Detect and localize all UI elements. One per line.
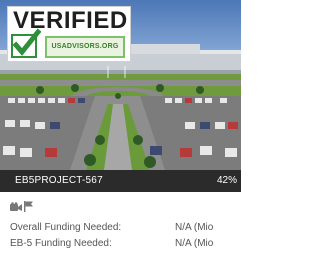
detail-row-eb5-funding: EB-5 Funding Needed: N/A (Mio xyxy=(10,238,241,252)
detail-row-overall-funding: Overall Funding Needed: N/A (Mio xyxy=(10,222,241,236)
project-percent: 42% xyxy=(217,175,238,186)
detail-value: N/A (Mio xyxy=(175,238,214,249)
project-id[interactable]: EB5PROJECT-567 xyxy=(15,175,103,186)
verified-site: USADVISORS.ORG xyxy=(45,36,125,58)
checkmark-icon xyxy=(11,28,41,58)
detail-label: Overall Funding Needed: xyxy=(10,222,122,233)
detail-value: N/A (Mio xyxy=(175,222,214,233)
project-caption-bar: EB5PROJECT-567 42% xyxy=(0,170,241,192)
flag-icon[interactable] xyxy=(24,199,34,217)
project-card[interactable]: VERIFIED USADVISORS.ORG EB5PROJECT-567 4… xyxy=(0,0,241,256)
project-photo[interactable]: VERIFIED USADVISORS.ORG xyxy=(0,0,241,170)
detail-label: EB-5 Funding Needed: xyxy=(10,238,112,249)
video-camera-icon[interactable] xyxy=(10,199,22,217)
verified-badge: VERIFIED USADVISORS.ORG xyxy=(7,6,131,62)
